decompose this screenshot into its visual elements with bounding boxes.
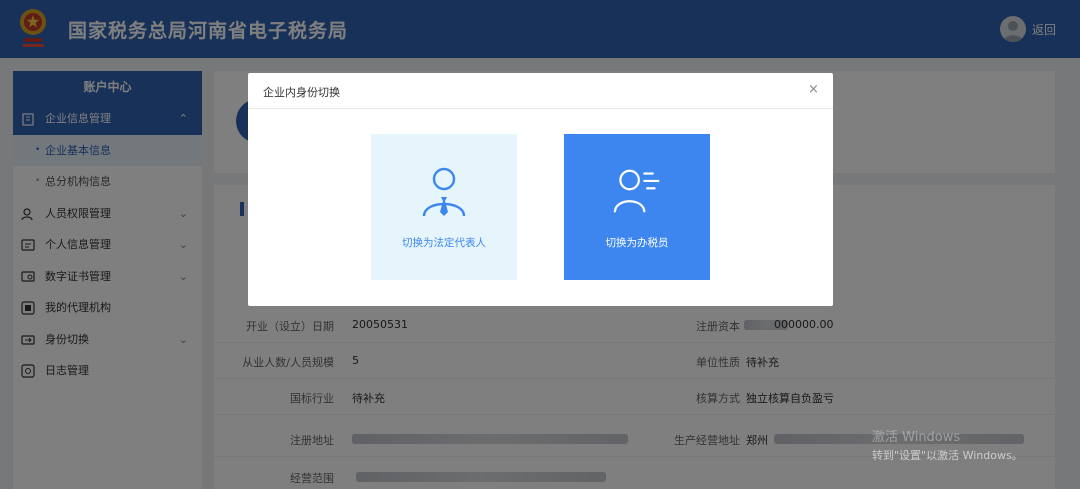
switch-to-tax-clerk-button[interactable]: 切换为办税员 (564, 134, 710, 280)
dialog-title: 企业内身份切换 (263, 86, 340, 99)
windows-activation-hint: 转到"设置"以激活 Windows。 (872, 449, 1023, 462)
dialog-header: 企业内身份切换 × (248, 73, 833, 109)
identity-switch-dialog: 企业内身份切换 × 切换为法定代表人 切换为办税员 (248, 73, 833, 306)
legal-representative-icon (422, 167, 466, 217)
close-icon[interactable]: × (808, 82, 819, 97)
switch-to-legal-representative-button[interactable]: 切换为法定代表人 (371, 134, 517, 280)
option-label: 切换为法定代表人 (402, 237, 486, 249)
tax-clerk-icon (613, 169, 660, 213)
windows-activation-title: 激活 Windows (872, 430, 961, 445)
option-label: 切换为办税员 (605, 237, 669, 249)
